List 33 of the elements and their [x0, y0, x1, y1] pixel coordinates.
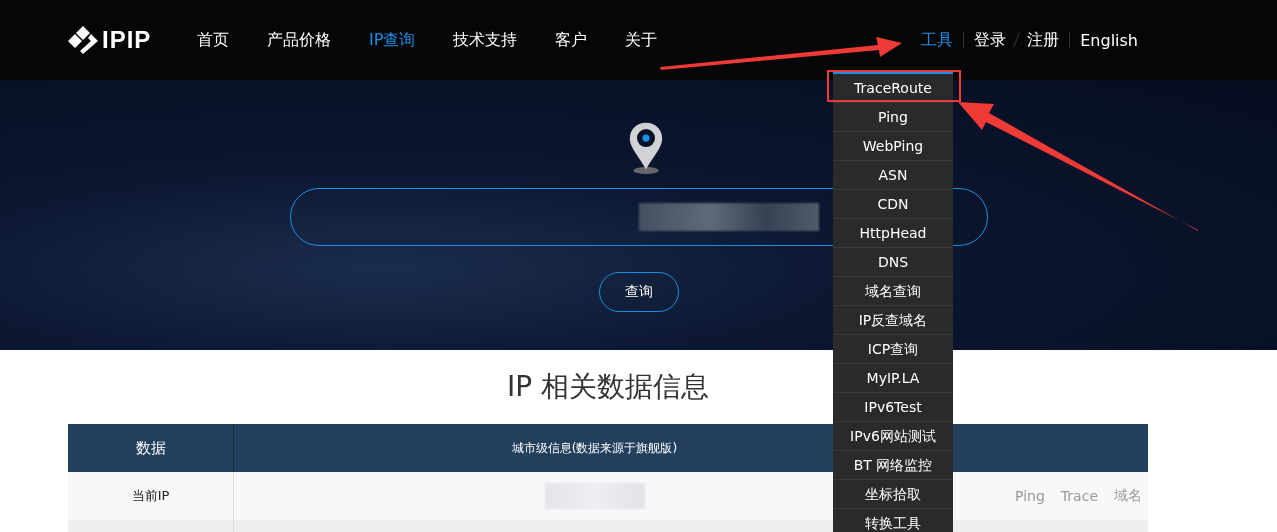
nav-link[interactable]: 登录 — [974, 29, 1007, 51]
nav-link[interactable]: 注册 — [1027, 29, 1060, 51]
column-header-text: 城市级信息(数据来源于旗舰版) — [511, 439, 678, 457]
nav-link[interactable]: 技术支持 — [453, 29, 518, 51]
menu-item[interactable]: Ping — [833, 103, 953, 132]
divider — [1069, 32, 1071, 48]
menu-item[interactable]: WebPing — [833, 132, 953, 161]
nav-link[interactable]: IP查询 — [369, 29, 416, 51]
menu-item[interactable]: BT 网络监控 — [833, 451, 953, 480]
menu-item[interactable]: IP反查域名 — [833, 306, 953, 335]
logo-icon — [68, 25, 98, 55]
nav-link[interactable]: 关于 — [625, 29, 658, 51]
nav-link[interactable]: English — [1080, 30, 1138, 50]
menu-item[interactable]: 坐标拾取 — [833, 480, 953, 509]
menu-item[interactable]: CDN — [833, 190, 953, 219]
menu-item[interactable]: MyIP.LA — [833, 364, 953, 393]
menu-item[interactable]: DNS — [833, 248, 953, 277]
menu-item[interactable]: 转换工具 — [833, 509, 953, 532]
menu-item[interactable]: TraceRoute — [833, 74, 953, 103]
menu-item[interactable]: 域名查询 — [833, 277, 953, 306]
section-title: IP 相关数据信息 — [506, 369, 709, 405]
menu-item[interactable]: IPv6网站测试 — [833, 422, 953, 451]
nav-link[interactable]: 产品价格 — [267, 29, 331, 51]
nav-link[interactable]: 客户 — [555, 29, 588, 51]
menu-item[interactable]: ICP查询 — [833, 335, 953, 364]
menu-item[interactable]: HttpHead — [833, 219, 953, 248]
location-pin-icon — [628, 120, 664, 176]
nav-link[interactable]: 工具 — [921, 29, 954, 51]
nav-link[interactable]: 首页 — [197, 29, 229, 51]
divider — [963, 32, 965, 48]
menu-item[interactable]: IPv6Test — [833, 393, 953, 422]
logo-text[interactable]: IPIP — [102, 26, 152, 54]
menu-item[interactable]: ASN — [833, 161, 953, 190]
